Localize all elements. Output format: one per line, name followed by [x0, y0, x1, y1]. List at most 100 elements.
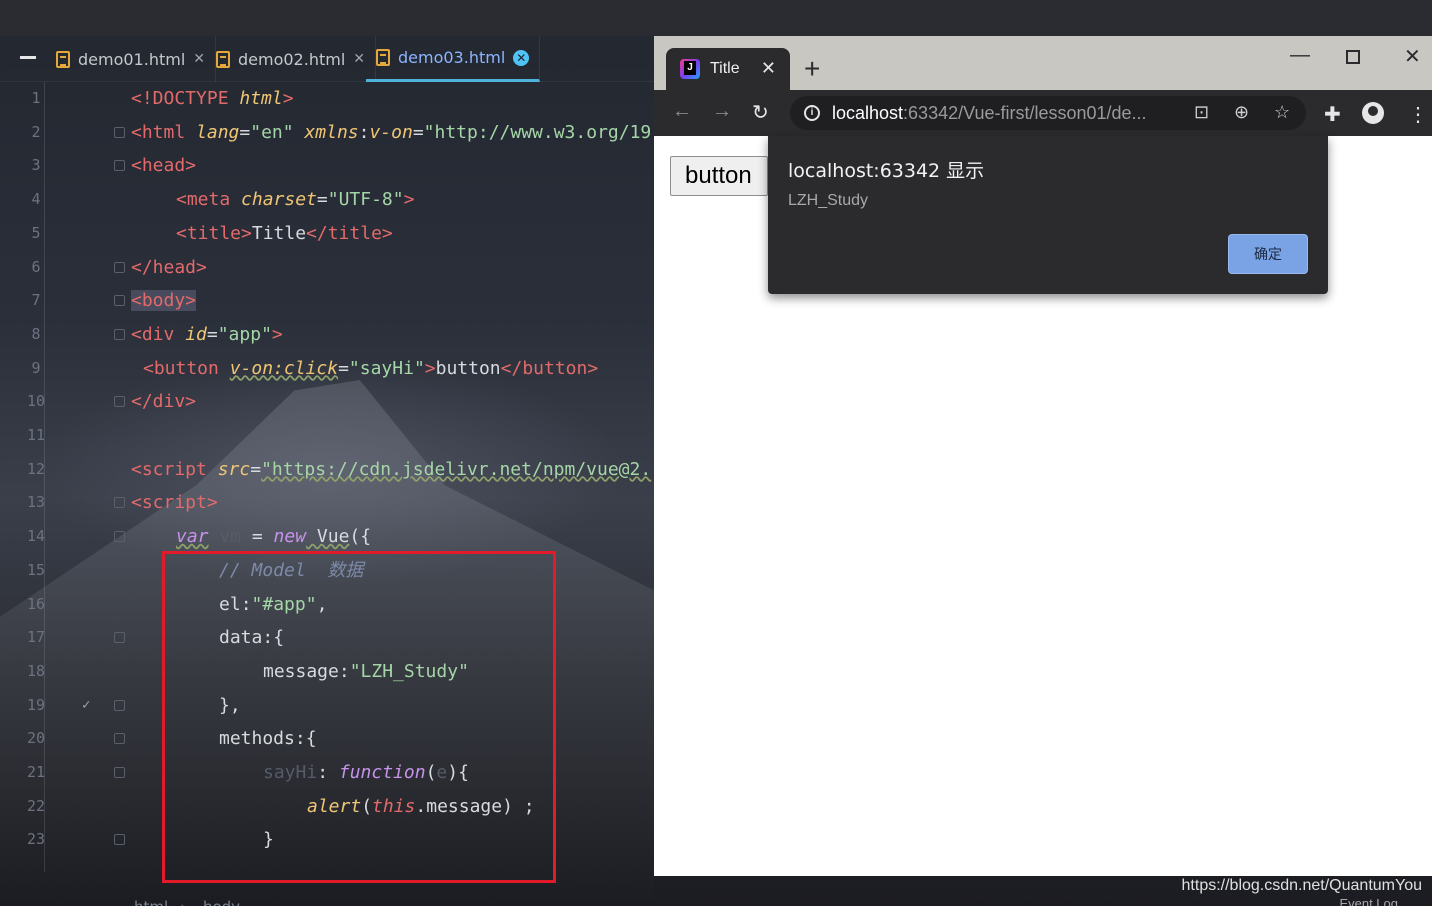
html-file-icon [56, 50, 70, 68]
maximize-icon[interactable] [1346, 50, 1360, 64]
fold-icon[interactable] [114, 632, 125, 644]
close-icon[interactable]: ✕ [513, 49, 530, 66]
check-icon: ✓ [82, 696, 91, 713]
browser-titlebar: Title ✕ + — ✕ [654, 36, 1432, 90]
fold-icon[interactable] [114, 699, 125, 711]
tab-label: demo03.html [398, 48, 506, 67]
new-tab-icon[interactable]: + [804, 50, 820, 88]
line-number: 4 [31, 190, 41, 209]
line-number: 5 [31, 223, 41, 242]
browser-tab-title: Title [710, 60, 740, 77]
star-icon[interactable]: ☆ [1274, 102, 1290, 123]
code-line: 1 <!DOCTYPE html> [0, 82, 654, 116]
forward-icon[interactable]: → [712, 100, 732, 123]
code-line: 7 <body> [0, 284, 654, 318]
tab-demo01[interactable]: demo01.html ✕ [46, 36, 216, 82]
line-number: 6 [31, 257, 41, 276]
close-icon[interactable]: ✕ [353, 51, 365, 67]
close-icon[interactable]: ✕ [193, 51, 205, 67]
alert-dialog: localhost:63342 显示 LZH_Study 确定 [768, 136, 1328, 294]
menu-icon[interactable] [20, 56, 36, 59]
code-line: 10 </div> [0, 385, 654, 419]
line-number: 16 [26, 594, 46, 613]
line-number: 14 [26, 527, 46, 546]
more-icon[interactable]: ⋮ [1408, 102, 1428, 127]
line-number: 3 [31, 156, 41, 175]
fold-icon[interactable] [114, 733, 125, 745]
highlight-box [162, 551, 556, 883]
line-number: 20 [26, 729, 46, 748]
info-icon[interactable]: i [804, 105, 820, 121]
tab-demo02[interactable]: demo02.html ✕ [206, 36, 376, 82]
line-number: 11 [26, 426, 46, 444]
breadcrumb: html › body [134, 898, 252, 906]
code-line: 2 <html lang="en" xmlns:v-on="http://www.… [0, 116, 654, 150]
dialog-title: localhost:63342 显示 [788, 160, 985, 182]
code-line: 9 <button v-on:click="sayHi">button</butt… [0, 352, 654, 386]
html-file-icon [376, 49, 390, 66]
page-button[interactable]: button [670, 156, 768, 196]
ide-window: demo01.html ✕ demo02.html ✕ demo03.html … [0, 36, 654, 906]
line-number: 18 [26, 661, 46, 680]
fold-icon[interactable] [114, 396, 125, 408]
fold-icon[interactable] [114, 126, 125, 138]
fold-icon[interactable] [114, 295, 125, 307]
fold-icon[interactable] [114, 497, 125, 509]
breadcrumb-item[interactable]: html [134, 898, 168, 906]
code-line: 13 <script> [0, 486, 654, 520]
extensions-icon[interactable]: ✚ [1324, 102, 1341, 127]
code-line: 5 <title>Title</title> [0, 217, 654, 251]
line-number: 12 [26, 459, 46, 478]
profile-avatar-icon[interactable] [1362, 102, 1384, 124]
fold-icon[interactable] [114, 160, 125, 172]
code-line: 8 <div id="app"> [0, 318, 654, 352]
fold-icon[interactable] [114, 834, 125, 846]
close-window-icon[interactable]: ✕ [1404, 44, 1421, 69]
tab-label: demo02.html [238, 49, 346, 69]
line-number: 9 [31, 358, 41, 377]
code-line: 4 <meta charset="UTF-8"> [0, 183, 654, 217]
back-icon[interactable]: ← [672, 100, 692, 123]
editor-tab-bar: demo01.html ✕ demo02.html ✕ demo03.html … [0, 36, 654, 82]
line-number: 13 [26, 493, 46, 512]
fold-icon[interactable] [114, 328, 125, 340]
browser-tab[interactable]: Title ✕ [666, 48, 790, 90]
favicon-icon [680, 59, 700, 79]
line-number: 2 [31, 122, 41, 141]
zoom-icon[interactable]: ⊕ [1234, 102, 1249, 123]
address-host: localhost [832, 102, 904, 123]
code-line: 6 </head> [0, 251, 654, 285]
minimize-icon[interactable]: — [1290, 44, 1310, 67]
code-line: 14 var vm = new Vue({ [0, 520, 654, 554]
translate-icon[interactable]: ⊡ [1194, 102, 1209, 123]
address-bar[interactable]: i localhost:63342/Vue-first/lesson01/de.… [790, 96, 1306, 130]
watermark: https://blog.csdn.net/QuantumYou [1181, 877, 1422, 894]
line-number: 21 [26, 763, 46, 781]
code-line: 12 <script src="https://cdn.jsdelivr.net/… [0, 453, 654, 487]
chevron-right-icon: › [180, 898, 186, 906]
line-number: 10 [26, 392, 46, 411]
line-number: 8 [31, 324, 41, 343]
fold-icon[interactable] [114, 767, 125, 778]
browser-window: Title ✕ + — ✕ ← → ↻ i localhost:63342/Vu… [654, 36, 1432, 876]
breadcrumb-item[interactable]: body [203, 898, 240, 906]
ok-button[interactable]: 确定 [1228, 234, 1308, 274]
reload-icon[interactable]: ↻ [752, 100, 769, 125]
event-log-link[interactable]: Event Log [1339, 896, 1398, 906]
address-path: :63342/Vue-first/lesson01/de... [903, 102, 1147, 123]
line-number: 22 [26, 796, 46, 815]
fold-icon[interactable] [114, 531, 125, 543]
tab-demo03[interactable]: demo03.html ✕ [366, 36, 541, 82]
code-line: 3 <head> [0, 149, 654, 183]
fold-icon[interactable] [114, 261, 125, 273]
desktop-top-strip [0, 0, 1432, 36]
line-number: 23 [26, 830, 46, 849]
line-number: 15 [26, 560, 46, 579]
tab-label: demo01.html [78, 49, 186, 69]
line-number: 17 [26, 628, 46, 647]
html-file-icon [216, 50, 230, 68]
close-icon[interactable]: ✕ [761, 58, 776, 79]
dialog-message: LZH_Study [788, 192, 869, 209]
line-number: 1 [31, 89, 41, 107]
code-line: 11 [0, 419, 654, 453]
